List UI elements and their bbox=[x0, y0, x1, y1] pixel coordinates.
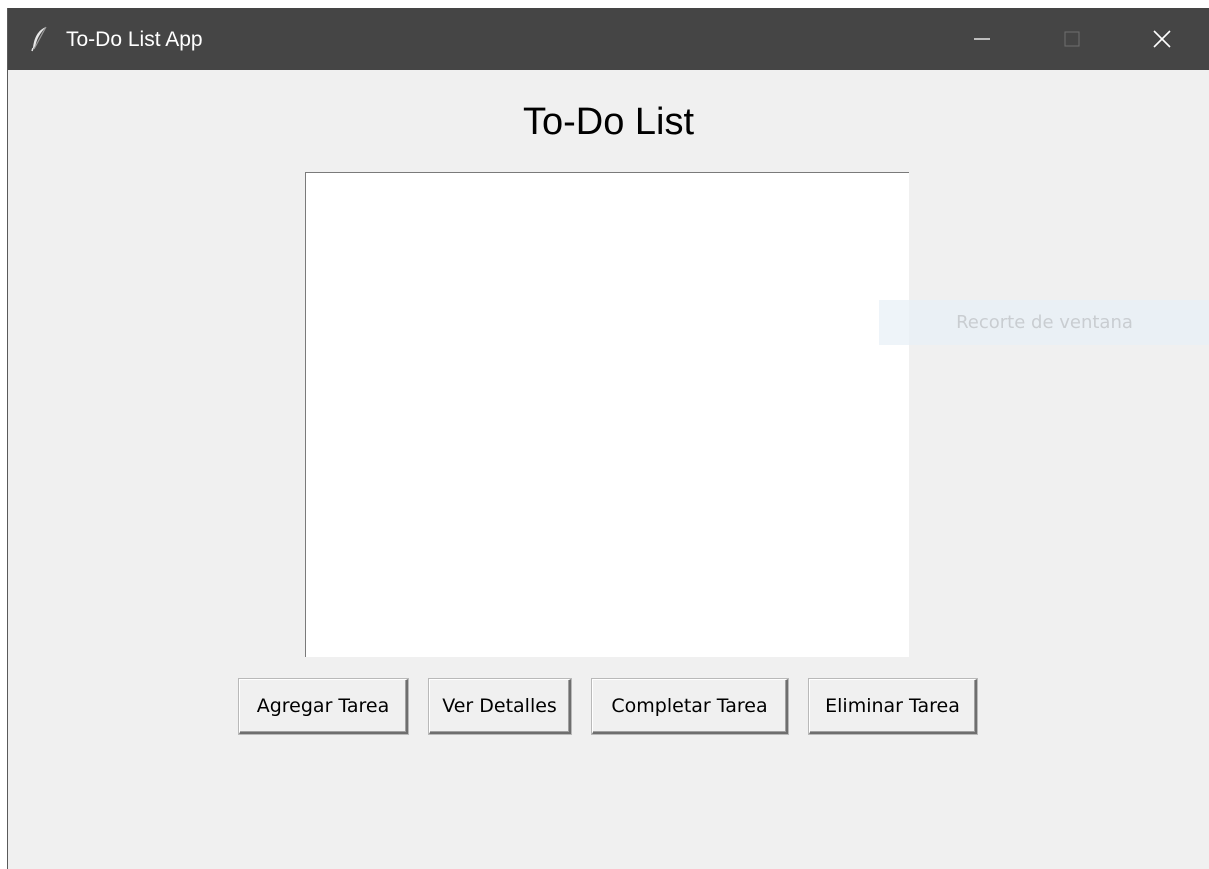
view-details-button[interactable]: Ver Detalles bbox=[429, 679, 571, 734]
task-listbox[interactable] bbox=[305, 172, 909, 657]
page-title: To-Do List bbox=[522, 101, 695, 143]
delete-task-button[interactable]: Eliminar Tarea bbox=[809, 679, 977, 734]
close-button[interactable] bbox=[1132, 8, 1192, 70]
maximize-icon bbox=[1063, 30, 1081, 48]
window-title: To-Do List App bbox=[66, 28, 203, 51]
minimize-button[interactable] bbox=[952, 8, 1012, 70]
feather-icon bbox=[30, 26, 50, 52]
snip-label: Recorte de ventana bbox=[956, 312, 1133, 333]
app-window: To-Do List App To-Do List Agregar Tarea … bbox=[7, 8, 1209, 869]
minimize-icon bbox=[973, 30, 991, 48]
maximize-button[interactable] bbox=[1042, 8, 1102, 70]
close-icon bbox=[1152, 29, 1172, 49]
window-snip-tooltip: Recorte de ventana bbox=[879, 300, 1209, 345]
title-bar[interactable]: To-Do List App bbox=[8, 8, 1209, 70]
complete-task-button[interactable]: Completar Tarea bbox=[592, 679, 788, 734]
add-task-button[interactable]: Agregar Tarea bbox=[239, 679, 408, 734]
